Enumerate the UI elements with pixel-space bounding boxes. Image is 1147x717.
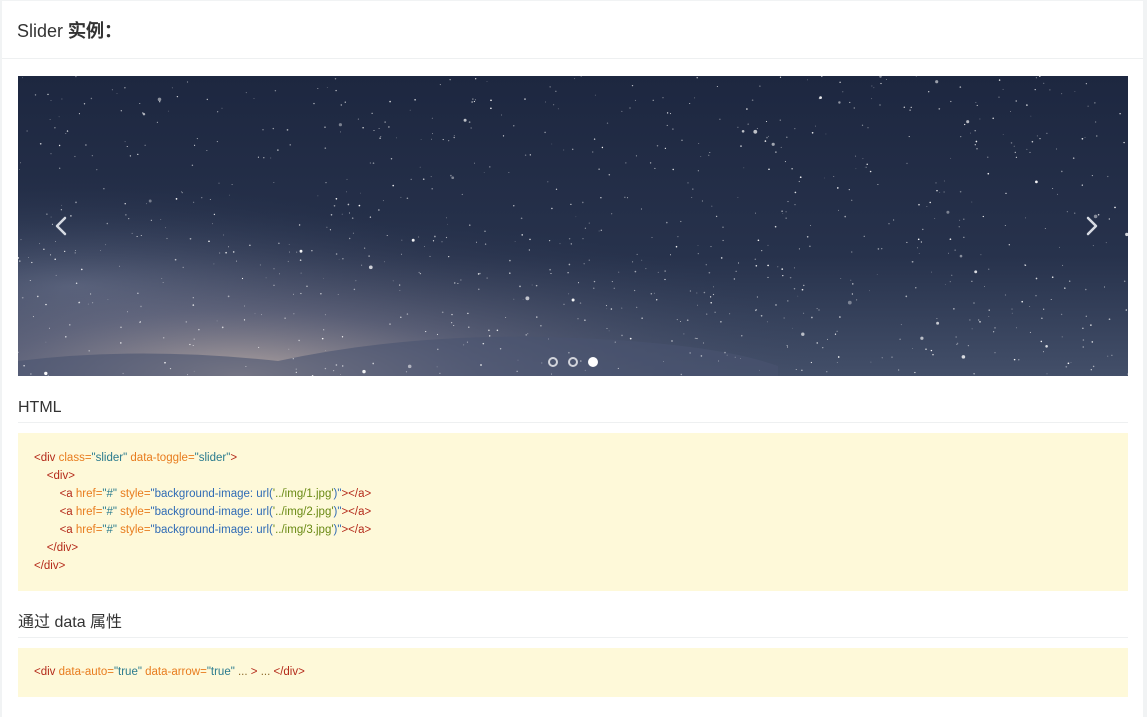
code-token: <a: [59, 524, 76, 536]
chevron-right-icon: [1086, 216, 1098, 236]
code-token: href=: [75, 524, 103, 536]
code-token: </div>: [34, 560, 66, 572]
code-token: "background-image:: [150, 506, 257, 518]
code-token: ></a>: [341, 488, 372, 500]
code-token: style=: [116, 488, 151, 500]
html-code-block: <div class="slider" data-toggle="slider"…: [18, 433, 1128, 591]
code-token: <div: [34, 666, 59, 678]
title-suffix: 实例：: [68, 20, 123, 41]
card-body: HTML <div class="slider" data-toggle="sl…: [18, 76, 1128, 697]
code-token: "#": [102, 524, 117, 536]
code-token: "slider": [194, 452, 231, 464]
code-token: url(: [256, 524, 273, 536]
page-title: Slider 实例：: [17, 17, 122, 43]
html_section-code-line: <a href="#" style="background-image: url…: [34, 503, 1112, 521]
html_section-code-line: <a href="#" style="background-image: url…: [34, 521, 1112, 539]
code-token: "background-image:: [150, 524, 257, 536]
html_section-code-line: <div>: [34, 467, 1112, 485]
slider-dot-1[interactable]: [548, 357, 558, 367]
code-token: style=: [116, 524, 151, 536]
code-token: </div>: [46, 542, 79, 554]
slider-pagination: [18, 357, 1128, 367]
code-token: "#": [102, 488, 117, 500]
code-token: <div: [34, 452, 59, 464]
data-attr-code-block: <div data-auto="true" data-arrow="true" …: [18, 648, 1128, 697]
code-token: <div>: [46, 470, 75, 482]
starry-sky-image: [18, 76, 1128, 376]
code-token: url(: [256, 506, 273, 518]
code-token: class=: [58, 452, 92, 464]
code-token: url(: [256, 488, 273, 500]
code-token: >: [250, 666, 261, 678]
html_section-code-line: </div>: [34, 539, 1112, 557]
code-token: '../img/2.jpg': [272, 506, 334, 518]
code-token: <a: [59, 488, 76, 500]
code-token: ></a>: [341, 506, 372, 518]
code-token: href=: [75, 488, 103, 500]
html_section-code-line: <a href="#" style="background-image: url…: [34, 485, 1112, 503]
code-token: data-auto=: [58, 666, 114, 678]
slider-example-card: Slider 实例： HTML <div class="slider" data…: [2, 1, 1143, 717]
code-token: >: [230, 452, 238, 464]
slider-prev-button[interactable]: [41, 208, 81, 244]
code-token: ></a>: [341, 524, 372, 536]
code-token: "true": [206, 666, 235, 678]
code-token: "true": [113, 666, 142, 678]
chevron-left-icon: [55, 216, 67, 236]
code-token: '../img/1.jpg': [272, 488, 334, 500]
code-token: '../img/3.jpg': [272, 524, 334, 536]
code-token: "background-image:: [150, 488, 257, 500]
code-token: href=: [75, 506, 103, 518]
card-header: Slider 实例：: [2, 1, 1143, 59]
slider-next-button[interactable]: [1072, 208, 1112, 244]
code-token: data-arrow=: [141, 666, 207, 678]
code-token: "#": [102, 506, 117, 518]
html_section-code-line: <div class="slider" data-toggle="slider"…: [34, 449, 1112, 467]
code-token: ...: [260, 666, 274, 678]
code-token: data-toggle=: [127, 452, 195, 464]
code-token: "slider": [91, 452, 128, 464]
code-token: ...: [234, 666, 251, 678]
image-slider[interactable]: [18, 76, 1128, 376]
slider-dot-3[interactable]: [588, 357, 598, 367]
title-prefix: Slider: [17, 20, 64, 41]
code-token: <a: [59, 506, 76, 518]
slider-dot-2[interactable]: [568, 357, 578, 367]
data_section-code-line: <div data-auto="true" data-arrow="true" …: [34, 663, 1112, 681]
html-section-title: HTML: [18, 398, 1128, 423]
html_section-code-line: </div>: [34, 557, 1112, 575]
code-token: style=: [116, 506, 151, 518]
code-token: </div>: [273, 666, 305, 678]
data-attr-section-title: 通过 data 属性: [18, 613, 1128, 638]
